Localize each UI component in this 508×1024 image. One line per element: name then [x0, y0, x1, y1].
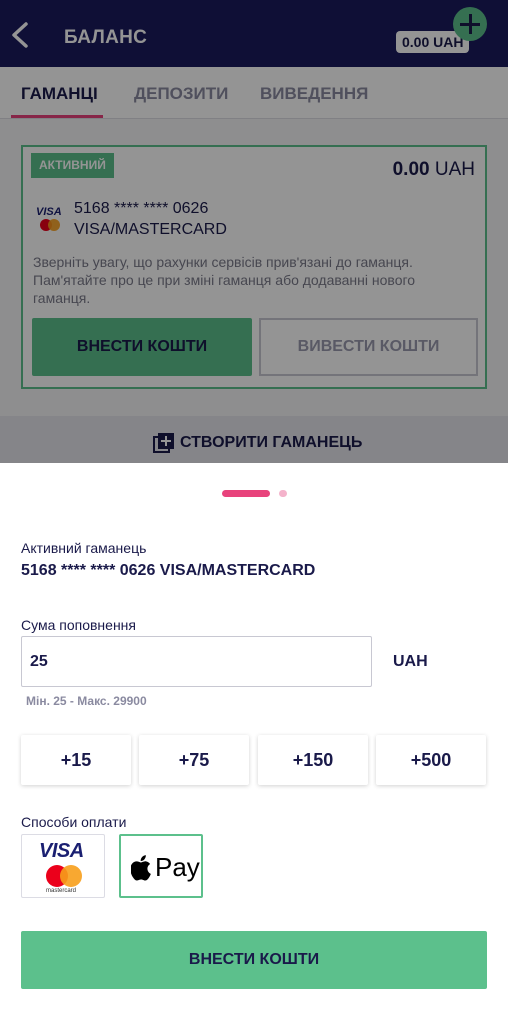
amount-label: Сума поповнення — [21, 617, 136, 633]
payment-method-apple-pay[interactable]: Pay — [119, 834, 203, 898]
quick-amount-button[interactable]: +150 — [258, 735, 368, 785]
active-wallet-value: 5168 **** **** 0626 VISA/MASTERCARD — [21, 562, 316, 579]
quick-amount-button[interactable]: +15 — [21, 735, 131, 785]
amount-currency: UAH — [393, 653, 428, 670]
payment-methods-label: Способи оплати — [21, 814, 127, 830]
amount-limits: Мін. 25 - Макс. 29900 — [26, 694, 147, 708]
apple-icon — [131, 855, 151, 881]
modal-backdrop[interactable] — [0, 0, 508, 464]
visa-logo-text: VISA — [39, 840, 84, 862]
payment-method-visa-mastercard[interactable]: VISA mastercard — [21, 834, 105, 898]
submit-deposit-button[interactable]: ВНЕСТИ КОШТИ — [21, 931, 487, 989]
quick-amount-button[interactable]: +75 — [139, 735, 249, 785]
deposit-sheet: Активний гаманець 5168 **** **** 0626 VI… — [0, 463, 508, 1024]
mastercard-logo-text: mastercard — [46, 888, 77, 894]
amount-input[interactable] — [21, 636, 372, 687]
apple-pay-label: Pay — [155, 852, 200, 882]
pager-dot-active — [222, 490, 270, 497]
quick-amount-button[interactable]: +500 — [376, 735, 486, 785]
mastercard-logo-icon — [46, 865, 82, 887]
pager-dot[interactable] — [279, 490, 287, 497]
active-wallet-label: Активний гаманець — [21, 540, 147, 556]
